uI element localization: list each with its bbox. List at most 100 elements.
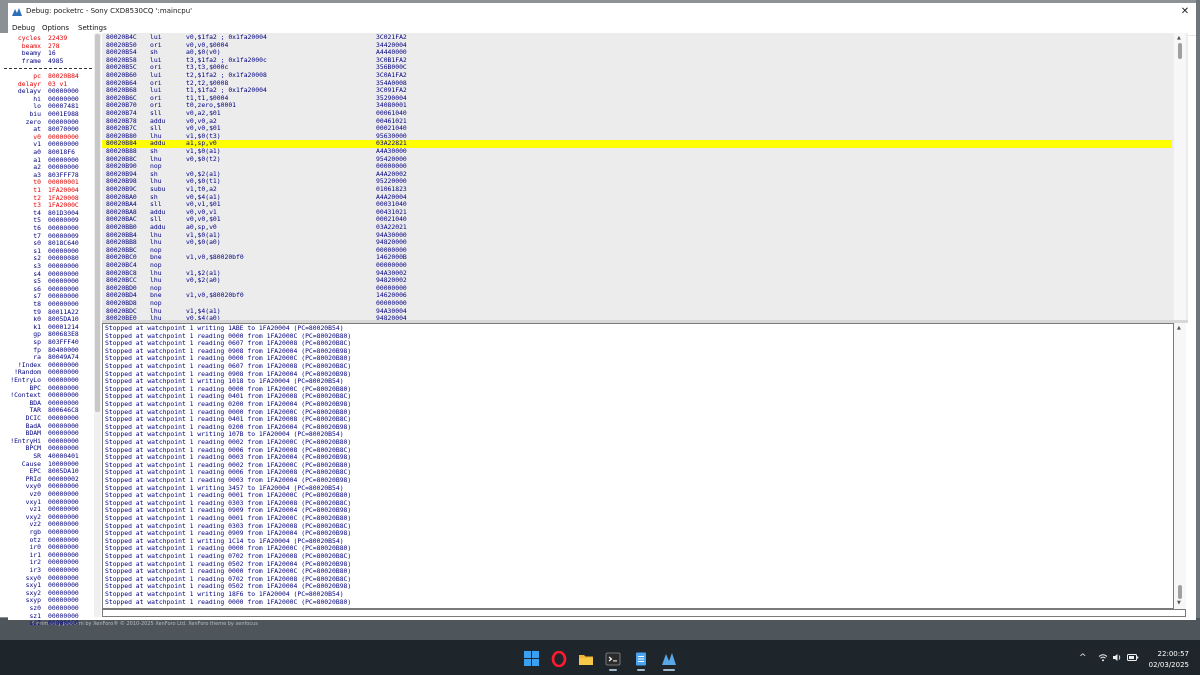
close-button[interactable]: ✕ [1174,4,1196,20]
register-row[interactable]: s7 00000000 [0,293,94,301]
console-scrollbar[interactable] [1174,323,1186,609]
register-row[interactable]: ir1 00000000 [0,551,94,560]
disassembly-line[interactable]: 80020BA0 sh v0,$4(a1) A4A20004 [102,193,1172,202]
register-row[interactable]: a0 80018F6 [0,148,94,157]
register-row[interactable]: ra 80049A74 [0,354,94,362]
register-row[interactable]: beamy 16 [0,50,94,58]
disassembly-line[interactable]: 80020BBC nop 00000000 [102,246,1172,255]
disassembly-line[interactable]: 80020B7C sll v0,v0,$01 00021040 [102,125,1172,133]
disassembly-line[interactable]: 80020B90 nop 00000000 [102,163,1172,171]
register-row[interactable]: Cause 10000000 [0,460,94,469]
disassembly-current-line[interactable]: 80020B84 addu a1,sp,v0 03A22821 [102,140,1172,148]
file-explorer-icon[interactable] [578,651,594,667]
disassembly-line[interactable]: 80020B68 lui t1,$1fa2 ; 0x1fa20004 3C091FA2 [102,87,1172,95]
scroll-up-arrow-icon[interactable]: ▲ [1177,325,1181,331]
register-row[interactable]: BadA 00000000 [0,422,94,431]
register-row[interactable]: ir0 00000000 [0,544,94,552]
register-row[interactable]: t5 00000009 [0,217,94,225]
disassembly-line[interactable]: 80020B60 lui t2,$1fa2 ; 0x1fa20008 3C0A1FA2 [102,71,1172,80]
register-row[interactable]: delayr 03 v1 [0,80,94,89]
register-row[interactable]: vz1 00000000 [0,506,94,514]
disassembly-line[interactable]: 80020BDC lhu v1,$4(a1) 94A30004 [102,307,1172,316]
disassembly-view[interactable]: 80020B4C lui v0,$1fa2 ; 0x1fa20004 3C021FA2… [102,33,1188,320]
register-row[interactable]: v0 00000000 [0,133,94,142]
disassembly-line[interactable]: 80020BA8 addu v0,v0,v1 00431021 [102,208,1172,217]
disassembly-line[interactable]: 80020BD0 nop 00000000 [102,284,1172,293]
disassembly-line[interactable]: 80020BB4 lhu v1,$0(a1) 94A30000 [102,231,1172,240]
register-row[interactable]: sz2 00000000 [0,620,94,628]
windows-start-icon[interactable] [524,651,540,667]
register-row[interactable]: ir2 00000000 [0,559,94,567]
console-log[interactable]: Stopped at watchpoint 1 writing 1ABE to … [102,323,1174,609]
console-scrollbar-thumb[interactable] [1178,585,1182,599]
disassembly-line[interactable]: 80020BD8 nop 00000000 [102,299,1172,308]
menu-settings[interactable]: Settings [78,24,107,32]
register-value[interactable]: 4985 [48,57,63,66]
register-row[interactable]: BDA 00000000 [0,399,94,408]
register-row[interactable]: a3 803FFF78 [0,171,94,180]
register-row[interactable]: vz0 00000000 [0,490,94,499]
terminal-icon[interactable] [605,651,621,667]
disassembly-line[interactable]: 80020BAC sll v0,v0,$01 00021040 [102,216,1172,224]
register-row[interactable]: vxy0 00000000 [0,483,94,491]
disassembly-line[interactable]: 80020BCC lhu v0,$2(a0) 94820002 [102,277,1172,285]
disassembly-line[interactable]: 80020B74 sll v0,a2,$01 00061040 [102,109,1172,118]
register-row[interactable]: s6 00000000 [0,285,94,294]
register-row[interactable]: vxy1 00000000 [0,498,94,507]
disassembly-line[interactable]: 80020B9C subu v1,t0,a2 01061823 [102,185,1172,194]
register-row[interactable]: cycles 22439 [0,34,94,43]
register-row[interactable]: sxy1 00000000 [0,582,94,590]
disassembly-line[interactable]: 80020BC8 lhu v1,$2(a1) 94A30002 [102,269,1172,278]
disassembly-line[interactable]: 80020BB0 addu a0,sp,v0 03A22021 [102,223,1172,232]
register-row[interactable]: ir3 00000000 [0,566,94,575]
disassembly-line[interactable]: 80020BB8 lhu v0,$0(a0) 94820000 [102,239,1172,247]
register-row[interactable]: delayv 00000000 [0,88,94,96]
register-row[interactable]: sxy2 00000000 [0,589,94,598]
disassembly-line[interactable]: 80020BA4 sll v0,v1,$01 00031040 [102,201,1172,209]
disassembly-line[interactable]: 80020BD4 bne v1,v0,$80020bf0 14620006 [102,292,1172,300]
register-row[interactable]: s0 8018C640 [0,240,94,248]
register-row[interactable]: k0 8005DA10 [0,316,94,324]
register-row[interactable]: s5 00000000 [0,278,94,286]
register-row[interactable]: EPC 8005DA10 [0,468,94,476]
register-row[interactable]: vxy2 00000000 [0,513,94,522]
disassembly-scrollbar-thumb[interactable] [1178,43,1182,59]
disassembly-line[interactable]: 80020B80 lhu v1,$0(t3) 95630000 [102,132,1172,141]
menu-options[interactable]: Options [42,24,69,32]
mame-icon[interactable] [661,651,677,667]
register-row[interactable]: t8 00000000 [0,300,94,309]
register-row[interactable]: zero 00000000 [0,118,94,127]
register-row[interactable]: hi 00000000 [0,95,94,104]
register-scrollbar-thumb[interactable] [95,34,100,412]
register-row[interactable]: BPCM 00000000 [0,445,94,453]
opera-icon[interactable] [551,651,567,667]
register-row[interactable]: vz2 00000000 [0,521,94,529]
disassembly-line[interactable]: 80020B50 ori v0,v0,$0004 34420004 [102,41,1172,50]
register-row[interactable]: s1 00000000 [0,247,94,256]
register-row[interactable]: t0 00000001 [0,179,94,187]
disassembly-line[interactable]: 80020B6C ori t1,t1,$0004 35290004 [102,94,1172,103]
register-row[interactable]: !EntryHi 00000000 [0,437,94,446]
register-row[interactable]: s2 00000080 [0,255,94,263]
register-row[interactable]: gp 800683E8 [0,331,94,339]
disassembly-line[interactable]: 80020B58 lui t3,$1fa2 ; 0x1fa2000c 3C0B1FA2 [102,56,1172,65]
register-row[interactable]: at 80070000 [0,126,94,134]
register-row[interactable]: sz1 00000000 [0,612,94,621]
register-value[interactable]: 00000000 [48,620,79,628]
command-input[interactable] [102,609,1186,617]
notepad-icon[interactable] [633,651,649,667]
register-row[interactable]: sxyp 00000000 [0,597,94,605]
register-row[interactable]: sp 803FFF40 [0,338,94,347]
register-panel[interactable]: cycles 22439 beamx 278 beamy 16 frame 4985 pc 800… [0,33,94,627]
register-row[interactable]: rgb 00000000 [0,528,94,537]
register-row[interactable]: t4 801D3004 [0,209,94,218]
register-row[interactable]: s4 00000000 [0,270,94,279]
tray-overflow-chevron-icon[interactable]: ^ [1079,653,1087,663]
disassembly-line[interactable]: 80020B98 lhu v0,$0(t1) 95220000 [102,178,1172,186]
disassembly-line[interactable]: 80020B4C lui v0,$1fa2 ; 0x1fa20004 3C021FA2 [102,33,1172,42]
register-row[interactable]: sxy0 00000000 [0,574,94,583]
register-row[interactable]: t6 00000000 [0,224,94,233]
register-row[interactable]: t2 1FA20008 [0,194,94,203]
register-row[interactable]: frame 4985 [0,57,94,66]
register-row[interactable]: !Context 00000000 [0,392,94,400]
